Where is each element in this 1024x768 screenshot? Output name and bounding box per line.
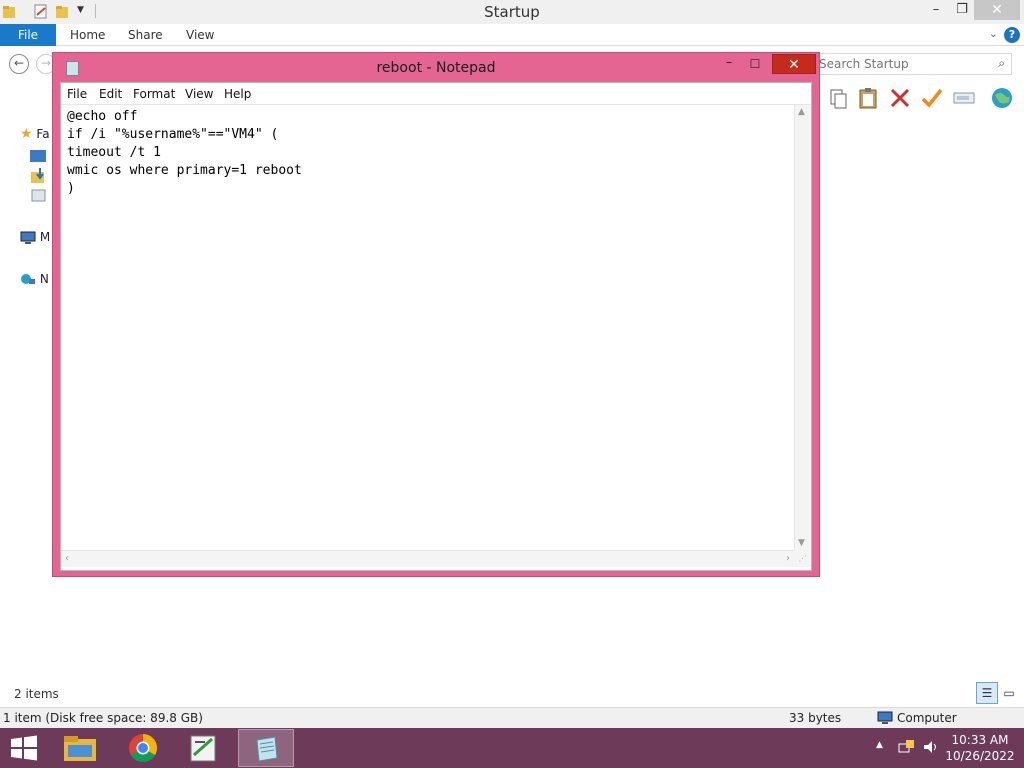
status-size: 33 bytes	[789, 711, 842, 725]
explorer-titlebar: ▼ Startup – ❐ ✕	[0, 0, 1024, 24]
tab-file[interactable]: File	[0, 24, 56, 46]
rename-icon[interactable]	[952, 86, 976, 110]
notepad-minimize-button[interactable]: –	[717, 56, 741, 74]
computer-icon	[877, 711, 893, 724]
script-editor-icon	[190, 735, 216, 762]
notepad-maximize-button[interactable]: ☐	[743, 56, 767, 74]
checkmark-icon[interactable]	[920, 86, 944, 110]
menu-file[interactable]: File	[67, 87, 87, 101]
details-view-icon[interactable]: ☰	[976, 682, 998, 704]
status-location: Computer	[897, 711, 957, 725]
explorer-minimize-button[interactable]: –	[922, 0, 950, 22]
nav-network[interactable]: N	[20, 272, 49, 290]
status-bar: 1 item (Disk free space: 89.8 GB) 33 byt…	[0, 707, 1024, 728]
chrome-icon	[129, 734, 157, 762]
notepad-window: reboot - Notepad – ☐ ✕ File Edit Format …	[52, 52, 820, 577]
scroll-right-icon[interactable]: ›	[786, 553, 790, 564]
globe-icon[interactable]	[990, 86, 1014, 110]
search-icon[interactable]: ⌕	[998, 56, 1005, 71]
copy-icon[interactable]	[826, 86, 850, 110]
nav-favorites-label: Fa	[36, 127, 50, 141]
notepad-client: File Edit Format View Help @echo off if …	[60, 82, 812, 571]
menu-help[interactable]: Help	[224, 87, 251, 101]
tab-share[interactable]: Share	[128, 28, 163, 42]
explorer-title: Startup	[484, 3, 540, 21]
menu-format[interactable]: Format	[133, 87, 175, 101]
vertical-scrollbar[interactable]: ▲ ▼	[794, 105, 811, 550]
large-icons-view-icon[interactable]: ▭	[1000, 684, 1018, 702]
scroll-down-icon[interactable]: ▼	[798, 538, 805, 548]
delete-icon[interactable]	[888, 86, 912, 110]
nav-network-label: N	[39, 272, 49, 286]
horizontal-scrollbar[interactable]: ‹ ›	[61, 550, 794, 567]
star-icon: ★	[20, 126, 33, 142]
network-icon	[21, 273, 35, 284]
paste-icon[interactable]	[856, 86, 880, 110]
nav-computer-label: M	[39, 230, 51, 244]
scroll-up-icon[interactable]: ▲	[798, 107, 805, 117]
nav-favorites[interactable]: ★ Fa	[20, 126, 50, 144]
ribbon-tabs: File Home Share View ⌄ ?	[0, 24, 1024, 46]
volume-icon[interactable]	[922, 738, 940, 756]
notepad-menubar: File Edit Format View Help	[61, 83, 811, 105]
expand-ribbon-icon[interactable]: ⌄	[989, 27, 998, 40]
downloads-icon[interactable]	[31, 168, 46, 184]
nav-computer[interactable]: M	[20, 230, 50, 248]
desktop-icon[interactable]	[30, 150, 46, 162]
notepad-title: reboot - Notepad	[376, 60, 496, 76]
navigation-pane: ★ Fa M N	[0, 116, 56, 676]
search-input[interactable]	[819, 56, 989, 72]
status-selection: 1 item (Disk free space: 89.8 GB)	[3, 711, 203, 725]
scroll-left-icon[interactable]: ‹	[65, 553, 69, 564]
back-button[interactable]: ←	[9, 54, 29, 74]
taskbar-file-explorer[interactable]	[52, 729, 108, 767]
notepad-close-button[interactable]: ✕	[772, 54, 816, 74]
explorer-close-button[interactable]: ✕	[974, 0, 1020, 20]
search-box[interactable]: ⌕	[812, 53, 1012, 75]
taskbar-notepad[interactable]	[238, 729, 294, 767]
clock[interactable]: 10:33 AM 10/26/2022	[944, 732, 1016, 764]
menu-view[interactable]: View	[185, 87, 213, 101]
computer-icon	[20, 231, 36, 244]
resize-grip[interactable]: ⋰	[794, 550, 811, 567]
clock-time: 10:33 AM	[951, 733, 1009, 747]
network-tray-icon[interactable]	[898, 738, 916, 756]
notepad-icon	[256, 736, 278, 762]
tab-view[interactable]: View	[186, 28, 214, 42]
notepad-titlebar[interactable]: reboot - Notepad – ☐ ✕	[53, 53, 819, 83]
windows-start-icon[interactable]	[8, 734, 40, 762]
help-icon[interactable]: ?	[1004, 27, 1020, 43]
tab-home[interactable]: Home	[70, 28, 105, 42]
items-count: 2 items	[14, 687, 59, 701]
taskbar: ▲ 10:33 AM 10/26/2022	[0, 728, 1024, 768]
recent-places-icon[interactable]	[31, 188, 46, 203]
taskbar-chrome[interactable]	[116, 729, 172, 767]
file-explorer-icon	[64, 736, 96, 761]
taskbar-script-editor[interactable]	[176, 729, 232, 767]
explorer-maximize-button[interactable]: ❐	[948, 0, 976, 22]
clock-date: 10/26/2022	[945, 749, 1015, 763]
notepad-text-area[interactable]: @echo off if /i "%username%"=="VM4" ( ti…	[61, 105, 801, 550]
show-hidden-icons-icon[interactable]: ▲	[876, 740, 883, 750]
menu-edit[interactable]: Edit	[99, 87, 122, 101]
